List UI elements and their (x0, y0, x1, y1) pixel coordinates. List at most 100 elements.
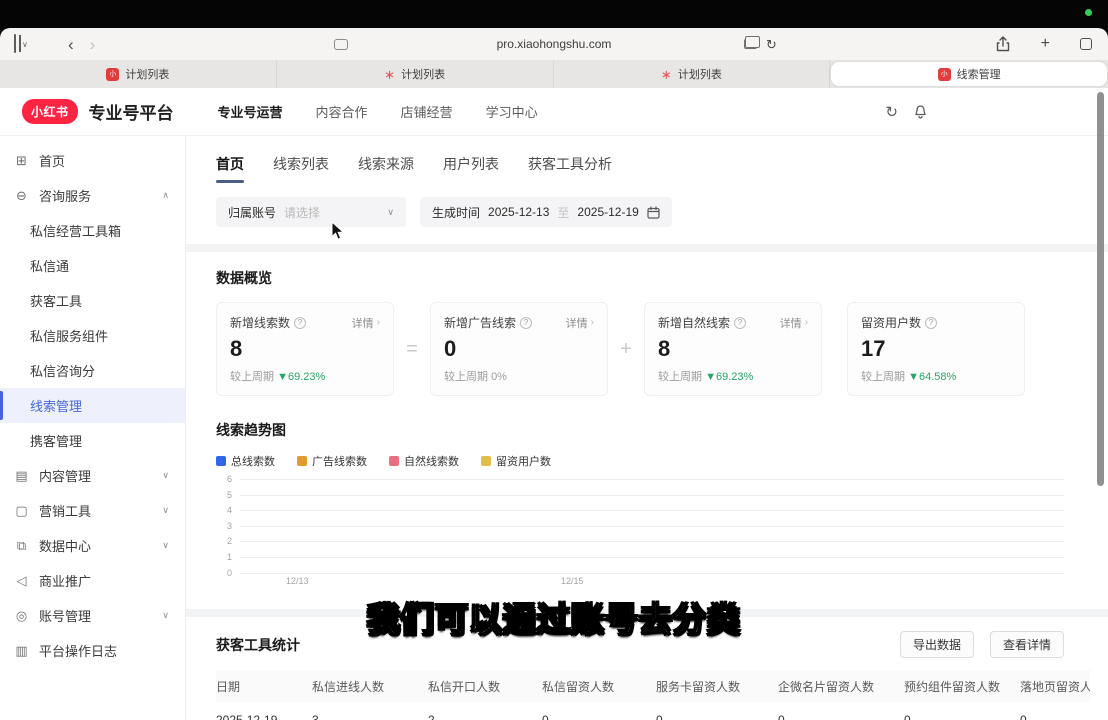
sidebar-item-label: 线索管理 (30, 396, 82, 415)
sidebar-item-label: 获客工具 (30, 291, 82, 310)
sync-icon[interactable]: ↻ (885, 103, 898, 121)
nav-item-learning[interactable]: 学习中心 (486, 102, 538, 121)
sidebar-item-content-manage[interactable]: ▤ 内容管理 ∨ (0, 458, 185, 493)
delta-value: 69.23% (288, 371, 325, 383)
y-tick: 1 (216, 552, 232, 562)
content-manage-icon: ▤ (14, 468, 29, 484)
compare-label: 较上周期 (861, 371, 905, 383)
help-icon[interactable]: ? (294, 317, 306, 329)
sidebar-item-label: 商业推广 (39, 571, 91, 590)
filter-row: 归属账号 请选择 ∨ 生成时间 2025-12-13 至 2025-12-19 (216, 197, 1078, 227)
tab-home[interactable]: 首页 (216, 154, 244, 183)
record-indicator-dot (1085, 9, 1092, 16)
browser-tab-4-active[interactable]: 小 线索管理 (831, 62, 1107, 86)
card-label: 留资用户数 (861, 314, 921, 331)
browser-tab-2[interactable]: ∗ 计划列表 (277, 60, 554, 88)
sidebar-item-label: 内容管理 (39, 466, 91, 485)
video-subtitle-overlay: 我们可以通过账号去分类 (0, 593, 1108, 641)
detail-link[interactable]: 详情 › (780, 315, 808, 331)
loading-spinner-icon: ∗ (384, 68, 395, 81)
overview-title: 数据概览 (216, 268, 1078, 288)
sidebar-item-data-center[interactable]: ⧉ 数据中心 ∨ (0, 528, 185, 563)
card-value: 17 (861, 336, 1011, 362)
date-range-picker[interactable]: 生成时间 2025-12-13 至 2025-12-19 (420, 197, 672, 227)
col-wecom-card-retain: 企微名片留资人数 (778, 678, 904, 695)
new-tab-button[interactable]: + (1041, 36, 1050, 52)
chevron-right-icon: › (377, 317, 380, 328)
tab-user-list[interactable]: 用户列表 (443, 154, 499, 183)
data-overview-section: 数据概览 新增线索数 ? 详情 › 8 较上周期 (186, 252, 1108, 609)
nav-item-operation[interactable]: 专业号运营 (218, 102, 283, 121)
y-tick: 3 (216, 521, 232, 531)
delta-down-icon: ▼ (908, 371, 919, 383)
card-value: 8 (658, 336, 808, 362)
sidebar-item-label: 数据中心 (39, 536, 91, 555)
tab-lead-tool-analysis[interactable]: 获客工具分析 (528, 154, 612, 183)
sidebar-item-marketing-tools[interactable]: ▢ 营销工具 ∨ (0, 493, 185, 528)
sidebar-item-consult-service[interactable]: ⊖ 咨询服务 ∧ (0, 178, 185, 213)
tab-lead-list[interactable]: 线索列表 (273, 154, 329, 183)
help-icon[interactable]: ? (925, 317, 937, 329)
chevron-down-icon: ∨ (387, 207, 394, 218)
content-tabs: 首页 线索列表 线索来源 用户列表 获客工具分析 (216, 154, 1078, 183)
browser-tabstrip: 小 计划列表 ∗ 计划列表 ∗ 计划列表 小 线索管理 (0, 60, 1108, 88)
table-row[interactable]: 2025-12-19 3 2 0 0 0 0 0 (216, 702, 1090, 720)
chevron-right-icon: › (591, 317, 594, 328)
y-tick: 6 (216, 474, 232, 484)
help-icon[interactable]: ? (734, 317, 746, 329)
tab-lead-source[interactable]: 线索来源 (358, 154, 414, 183)
col-service-card-retain: 服务卡留资人数 (656, 678, 778, 695)
legend-ad-leads[interactable]: 广告线索数 (297, 453, 367, 469)
date-separator: 至 (557, 204, 569, 221)
browser-tab-1[interactable]: 小 计划列表 (0, 60, 277, 88)
sidebar-item-lead-manage-active[interactable]: 线索管理 (0, 388, 185, 423)
legend-organic-leads[interactable]: 自然线索数 (389, 453, 459, 469)
date-end-value[interactable]: 2025-12-19 (577, 205, 638, 219)
legend-retained-users[interactable]: 留资用户数 (481, 453, 551, 469)
nav-item-shop[interactable]: 店铺经营 (401, 102, 453, 121)
card-value: 8 (230, 336, 380, 362)
date-start-value[interactable]: 2025-12-13 (488, 205, 549, 219)
y-tick: 0 (216, 568, 232, 578)
share-icon[interactable] (996, 36, 1010, 52)
account-select[interactable]: 归属账号 请选择 ∨ (216, 197, 406, 227)
sidebar-item-label: 私信通 (30, 256, 69, 275)
card-new-leads: 新增线索数 ? 详情 › 8 较上周期 ▼69.23% (216, 302, 394, 396)
address-bar[interactable]: pro.xiaohongshu.com (0, 28, 1108, 60)
sidebar-item-dm-consult-score[interactable]: 私信咨询分 (0, 353, 185, 388)
sidebar-item-dm-toolbox[interactable]: 私信经营工具箱 (0, 213, 185, 248)
card-new-organic-leads: 新增自然线索 ? 详情 › 8 较上周期 ▼69.23% (644, 302, 822, 396)
xiaohongshu-favicon: 小 (938, 68, 951, 81)
sidebar-item-customer-manage[interactable]: 携客管理 (0, 423, 185, 458)
date-range-label: 生成时间 (432, 204, 480, 221)
detail-link[interactable]: 详情 › (352, 315, 380, 331)
browser-tab-3[interactable]: ∗ 计划列表 (554, 60, 831, 88)
calendar-icon (647, 206, 660, 219)
browser-tab-label: 计划列表 (401, 66, 445, 82)
sidebar-item-lead-tools[interactable]: 获客工具 (0, 283, 185, 318)
reload-button[interactable]: ↻ (766, 38, 777, 51)
card-new-ad-leads: 新增广告线索 ? 详情 › 0 较上周期 0% (430, 302, 608, 396)
mouse-cursor (331, 221, 345, 246)
sidebar-item-home[interactable]: ⊞ 首页 (0, 143, 185, 178)
sidebar-item-dm-tong[interactable]: 私信通 (0, 248, 185, 283)
picture-in-picture-icon[interactable] (744, 39, 757, 49)
legend-total-leads[interactable]: 总线索数 (216, 453, 275, 469)
chevron-down-icon: ∨ (162, 505, 169, 516)
table-header-row: 日期 私信进线人数 私信开口人数 私信留资人数 服务卡留资人数 企微名片留资人数… (216, 670, 1090, 702)
browser-tab-label: 线索管理 (957, 66, 1001, 82)
chevron-down-icon: ∨ (162, 540, 169, 551)
y-tick: 2 (216, 536, 232, 546)
xiaohongshu-logo[interactable]: 小红书 (22, 99, 78, 124)
detail-link[interactable]: 详情 › (566, 315, 594, 331)
nav-item-content-coop[interactable]: 内容合作 (316, 102, 368, 121)
tab-overview-icon[interactable] (1080, 38, 1092, 50)
delta-down-icon: ▼ (705, 371, 716, 383)
trend-legend: 总线索数 广告线索数 自然线索数 留资用户数 (216, 453, 1078, 469)
bell-icon[interactable] (913, 104, 928, 120)
sidebar-item-dm-service-widget[interactable]: 私信服务组件 (0, 318, 185, 353)
legend-swatch (216, 456, 226, 466)
page-scrollbar[interactable] (1097, 92, 1104, 486)
xiaohongshu-favicon: 小 (106, 68, 119, 81)
help-icon[interactable]: ? (520, 317, 532, 329)
